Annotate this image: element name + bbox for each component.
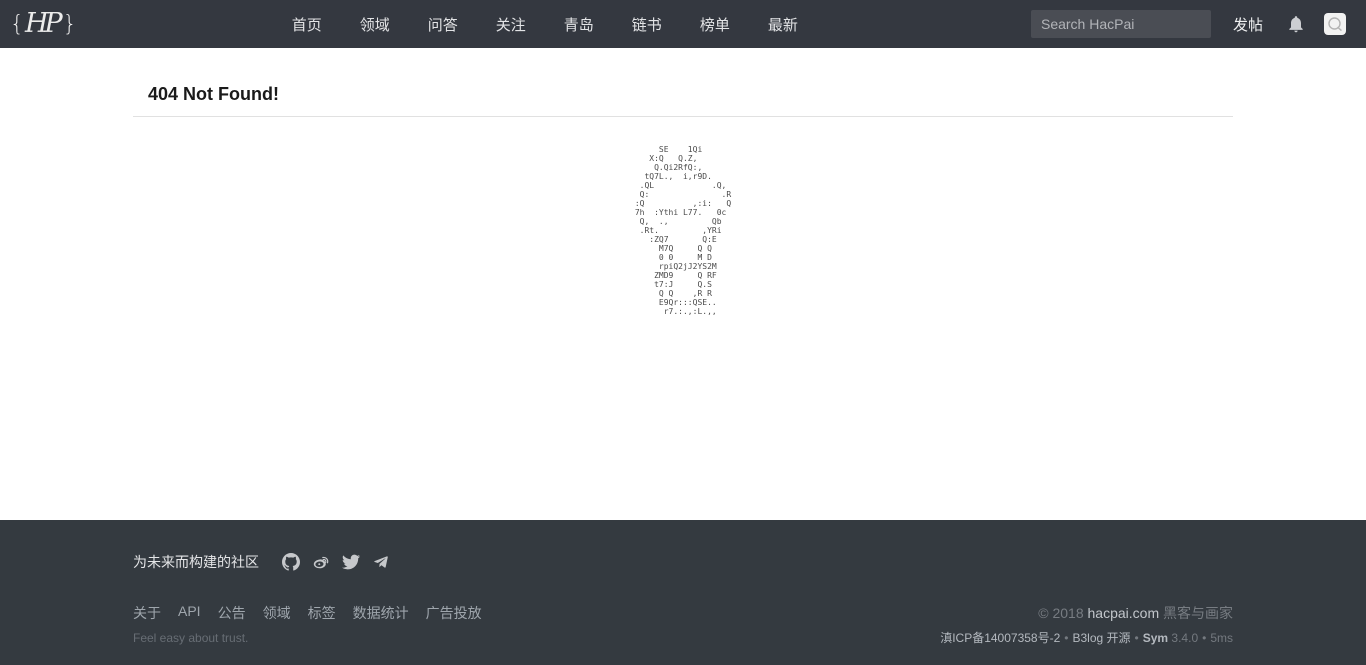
separator-dot: • [1064, 631, 1069, 645]
social-links [282, 553, 390, 571]
footer-link-about[interactable]: 关于 [133, 603, 161, 623]
title-divider [133, 116, 1233, 117]
copyright-year: © 2018 [1038, 605, 1088, 621]
user-avatar[interactable] [1324, 13, 1346, 35]
b3log-link[interactable]: B3log 开源 [1072, 631, 1130, 645]
footer-tagline: 为未来而构建的社区 [133, 554, 259, 570]
separator-dot: • [1202, 631, 1207, 645]
nav-item-latest[interactable]: 最新 [768, 14, 798, 35]
ascii-art-wrap: SE 1Qi X:Q Q.Z, Q.Qi2RfQ:, tQ7L., i,r9D.… [133, 145, 1233, 316]
nav-item-ranking[interactable]: 榜单 [700, 14, 730, 35]
footer-links: 关于 API 公告 领域 标签 数据统计 广告投放 [133, 603, 482, 623]
footer-link-api[interactable]: API [178, 603, 201, 623]
copyright-owner: 黑客与画家 [1159, 605, 1233, 621]
weibo-icon[interactable] [312, 553, 330, 571]
navbar-actions: 发帖 [1030, 10, 1346, 38]
sym-version: 3.4.0 [1171, 631, 1199, 645]
top-navbar: { HP } 首页 领域 问答 关注 青岛 链书 榜单 最新 发帖 [0, 0, 1366, 48]
footer-link-ads[interactable]: 广告投放 [426, 603, 482, 623]
nav-item-domains[interactable]: 领域 [360, 14, 390, 35]
copyright-site-link[interactable]: hacpai.com [1088, 605, 1160, 621]
page-title: 404 Not Found! [148, 84, 279, 104]
icp-record-link[interactable]: 滇ICP备14007358号-2 [940, 631, 1060, 645]
footer-link-notice[interactable]: 公告 [218, 603, 246, 623]
nav-item-qingdao[interactable]: 青岛 [564, 14, 594, 35]
sym-link[interactable]: Sym [1143, 631, 1168, 645]
twitter-icon[interactable] [342, 553, 360, 571]
response-latency: 5ms [1210, 631, 1233, 645]
main-content: 404 Not Found! SE 1Qi X:Q Q.Z, Q.Qi2RfQ:… [0, 48, 1366, 520]
nav-item-watch[interactable]: 关注 [496, 14, 526, 35]
new-post-button[interactable]: 发帖 [1233, 14, 1263, 35]
separator-dot: • [1134, 631, 1139, 645]
github-icon[interactable] [282, 553, 300, 571]
logo-left-brace: { [10, 11, 24, 37]
meta-line: 滇ICP备14007358号-2 • B3log 开源 • Sym 3.4.0 • 5ms [940, 629, 1233, 646]
ascii-art: SE 1Qi X:Q Q.Z, Q.Qi2RfQ:, tQ7L., i,r9D.… [634, 145, 732, 316]
hacpai-logo[interactable]: { HP } [10, 8, 77, 41]
footer: 为未来而构建的社区 关于 API 公告 领域 标签 数据统计 广告投放 Feel… [0, 520, 1366, 665]
notifications-bell-icon[interactable] [1286, 14, 1306, 34]
search-input[interactable] [1030, 10, 1211, 38]
footer-link-tags[interactable]: 标签 [308, 603, 336, 623]
nav-item-home[interactable]: 首页 [292, 14, 322, 35]
footer-link-stats[interactable]: 数据统计 [353, 603, 409, 623]
telegram-icon[interactable] [372, 553, 390, 571]
copyright-line: © 2018 hacpai.com 黑客与画家 [940, 603, 1233, 623]
nav-item-books[interactable]: 链书 [632, 14, 662, 35]
footer-right: © 2018 hacpai.com 黑客与画家 滇ICP备14007358号-2… [940, 603, 1233, 646]
logo-right-brace: } [62, 11, 77, 37]
nav-item-qna[interactable]: 问答 [428, 14, 458, 35]
main-nav: 首页 领域 问答 关注 青岛 链书 榜单 最新 [292, 14, 798, 35]
logo-letters: HP [25, 7, 63, 39]
footer-slogan: Feel easy about trust. [133, 631, 249, 645]
footer-link-domains[interactable]: 领域 [263, 603, 291, 623]
footer-left: 关于 API 公告 领域 标签 数据统计 广告投放 Feel easy abou… [133, 603, 482, 645]
